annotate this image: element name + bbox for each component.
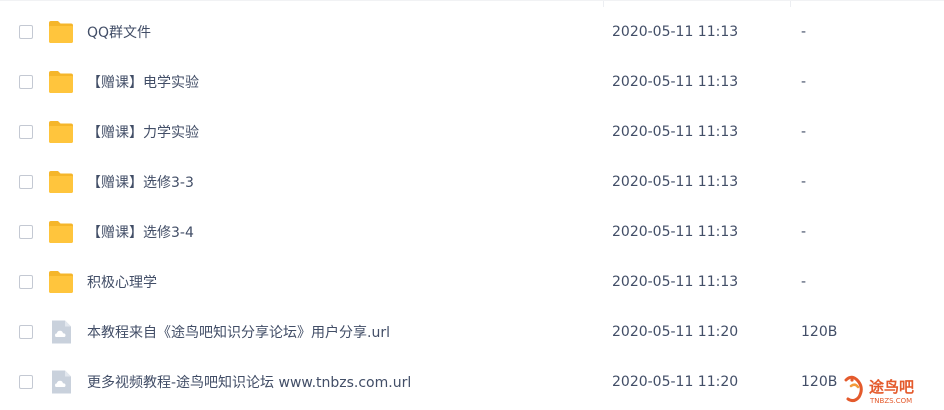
file-size: - bbox=[801, 124, 807, 140]
file-row[interactable]: 【赠课】选修3-4 2020-05-11 11:13 - bbox=[0, 207, 944, 257]
folder-icon bbox=[49, 121, 73, 143]
modified-time: 2020-05-11 11:13 bbox=[612, 124, 739, 140]
watermark-text: 途鸟吧 bbox=[869, 378, 914, 396]
row-checkbox[interactable] bbox=[19, 375, 33, 389]
row-checkbox[interactable] bbox=[19, 325, 33, 339]
url-file-icon bbox=[52, 370, 71, 394]
folder-icon bbox=[49, 221, 73, 243]
file-row[interactable]: QQ群文件 2020-05-11 11:13 - bbox=[0, 7, 944, 57]
row-checkbox[interactable] bbox=[19, 75, 33, 89]
row-checkbox[interactable] bbox=[19, 25, 33, 39]
row-checkbox[interactable] bbox=[19, 275, 33, 289]
modified-time: 2020-05-11 11:13 bbox=[612, 74, 739, 90]
folder-icon bbox=[49, 271, 73, 293]
file-name[interactable]: QQ群文件 bbox=[87, 22, 151, 42]
file-name[interactable]: 本教程来自《途鸟吧知识分享论坛》用户分享.url bbox=[87, 322, 390, 342]
file-name[interactable]: 【赠课】电学实验 bbox=[87, 72, 199, 92]
modified-time: 2020-05-11 11:20 bbox=[612, 374, 739, 390]
file-name[interactable]: 更多视频教程-途鸟吧知识论坛 www.tnbzs.com.url bbox=[87, 372, 411, 392]
file-name[interactable]: 【赠课】选修3-3 bbox=[87, 172, 194, 192]
row-checkbox[interactable] bbox=[19, 125, 33, 139]
file-name[interactable]: 积极心理学 bbox=[87, 272, 157, 292]
file-size: - bbox=[801, 224, 807, 240]
file-size: - bbox=[801, 274, 807, 290]
file-size: 120B bbox=[801, 324, 838, 340]
url-file-icon bbox=[52, 320, 71, 344]
row-checkbox[interactable] bbox=[19, 225, 33, 239]
file-size: - bbox=[801, 174, 807, 190]
row-checkbox[interactable] bbox=[19, 175, 33, 189]
watermark-logo: 途鸟吧 TNBZS.COM bbox=[844, 375, 914, 405]
modified-time: 2020-05-11 11:13 bbox=[612, 274, 739, 290]
file-row[interactable]: 积极心理学 2020-05-11 11:13 - bbox=[0, 257, 944, 307]
file-size: - bbox=[801, 74, 807, 90]
file-row[interactable]: 【赠课】电学实验 2020-05-11 11:13 - bbox=[0, 57, 944, 107]
folder-icon bbox=[49, 171, 73, 193]
file-row[interactable]: 本教程来自《途鸟吧知识分享论坛》用户分享.url 2020-05-11 11:2… bbox=[0, 307, 944, 357]
watermark-subtext: TNBZS.COM bbox=[869, 397, 912, 405]
folder-icon bbox=[49, 21, 73, 43]
file-name[interactable]: 【赠课】选修3-4 bbox=[87, 222, 194, 242]
file-row[interactable]: 更多视频教程-途鸟吧知识论坛 www.tnbzs.com.url 2020-05… bbox=[0, 357, 944, 407]
file-name[interactable]: 【赠课】力学实验 bbox=[87, 122, 199, 142]
folder-icon bbox=[49, 71, 73, 93]
modified-time: 2020-05-11 11:13 bbox=[612, 24, 739, 40]
modified-time: 2020-05-11 11:20 bbox=[612, 324, 739, 340]
modified-time: 2020-05-11 11:13 bbox=[612, 174, 739, 190]
file-size: - bbox=[801, 24, 807, 40]
modified-time: 2020-05-11 11:13 bbox=[612, 224, 739, 240]
file-row[interactable]: 【赠课】力学实验 2020-05-11 11:13 - bbox=[0, 107, 944, 157]
file-size: 120B bbox=[801, 374, 838, 390]
file-list: QQ群文件 2020-05-11 11:13 - 【赠课】电学实验 2020-0… bbox=[0, 0, 944, 410]
file-row[interactable]: 【赠课】选修3-3 2020-05-11 11:13 - bbox=[0, 157, 944, 207]
